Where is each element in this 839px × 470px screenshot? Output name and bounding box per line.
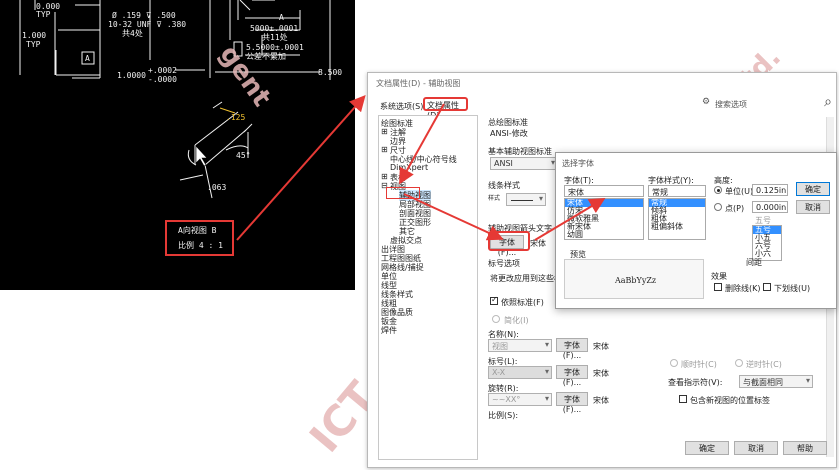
arrow-line	[399, 103, 445, 185]
arrow-line	[236, 95, 366, 241]
arrow-line	[534, 197, 606, 241]
annotation-arrows	[236, 95, 606, 241]
arrow-line	[403, 193, 504, 241]
